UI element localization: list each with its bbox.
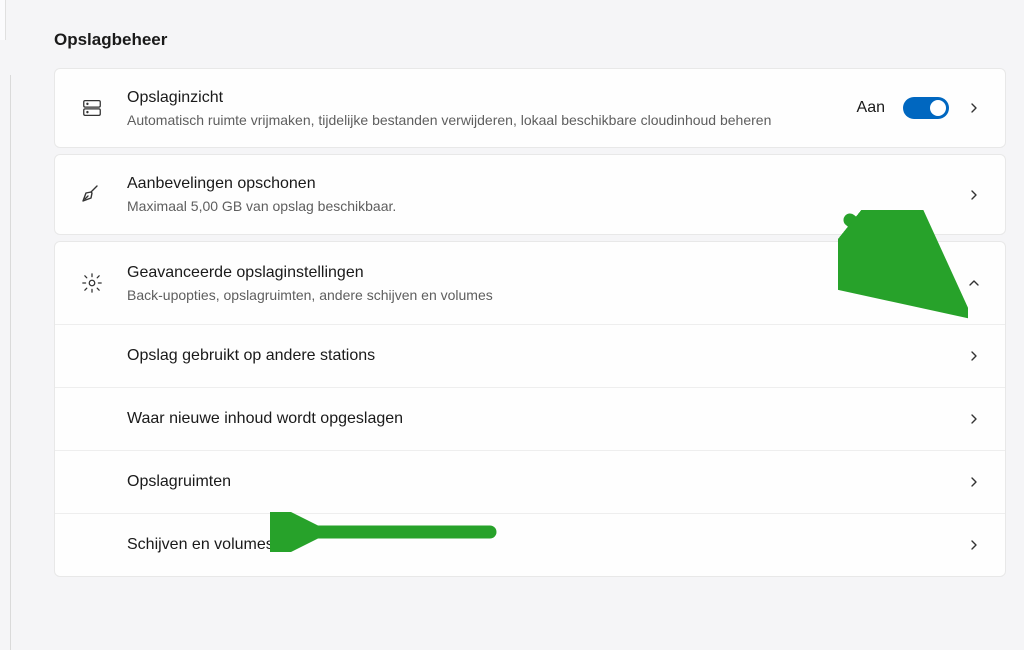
toggle-knob [930,100,946,116]
card-title: Opslaginzicht [127,87,857,109]
card-right: Aan [857,97,981,119]
cropped-window-edge [10,75,13,650]
card-storage-insight[interactable]: Opslaginzicht Automatisch ruimte vrijmak… [54,68,1006,148]
chevron-up-icon [967,276,981,290]
card-cleanup-recommendations[interactable]: Aanbevelingen opschonen Maximaal 5,00 GB… [54,154,1006,234]
card-title: Geavanceerde opslaginstellingen [127,262,967,284]
card-right [967,276,981,290]
chevron-right-icon [967,349,981,363]
card-body: Geavanceerde opslaginstellingen Back-upo… [127,262,967,304]
card-subtitle: Automatisch ruimte vrijmaken, tijdelijke… [127,111,857,130]
card-subtitle: Maximaal 5,00 GB van opslag beschikbaar. [127,197,967,216]
chevron-right-icon [967,475,981,489]
card-body: Aanbevelingen opschonen Maximaal 5,00 GB… [127,173,967,215]
section-title: Opslagbeheer [54,30,1006,50]
chevron-right-icon [967,412,981,426]
broom-icon [79,182,105,208]
card-body: Opslaginzicht Automatisch ruimte vrijmak… [127,87,857,129]
chevron-right-icon [967,101,981,115]
chevron-right-icon [967,188,981,202]
card-right [967,188,981,202]
row-storage-spaces[interactable]: Opslagruimten [55,450,1005,513]
storage-icon [79,95,105,121]
row-label: Opslagruimten [127,473,967,491]
row-disks-and-volumes[interactable]: Schijven en volumes [55,513,1005,576]
row-label: Waar nieuwe inhoud wordt opgeslagen [127,410,967,428]
storage-settings-page: Opslagbeheer Opslaginzicht Automatisch r… [0,0,1024,577]
card-subtitle: Back-upopties, opslagruimten, andere sch… [127,286,967,305]
row-storage-other-drives[interactable]: Opslag gebruikt op andere stations [55,324,1005,387]
advanced-storage-header[interactable]: Geavanceerde opslaginstellingen Back-upo… [55,242,1005,324]
card-title: Aanbevelingen opschonen [127,173,967,195]
chevron-right-icon [967,538,981,552]
gear-icon [79,270,105,296]
storage-insight-toggle[interactable] [903,97,949,119]
cropped-window-edge [0,0,6,40]
row-where-new-content-saved[interactable]: Waar nieuwe inhoud wordt opgeslagen [55,387,1005,450]
row-label: Schijven en volumes [127,536,967,554]
row-label: Opslag gebruikt op andere stations [127,347,967,365]
card-advanced-storage-settings: Geavanceerde opslaginstellingen Back-upo… [54,241,1006,577]
toggle-state-label: Aan [857,99,885,117]
